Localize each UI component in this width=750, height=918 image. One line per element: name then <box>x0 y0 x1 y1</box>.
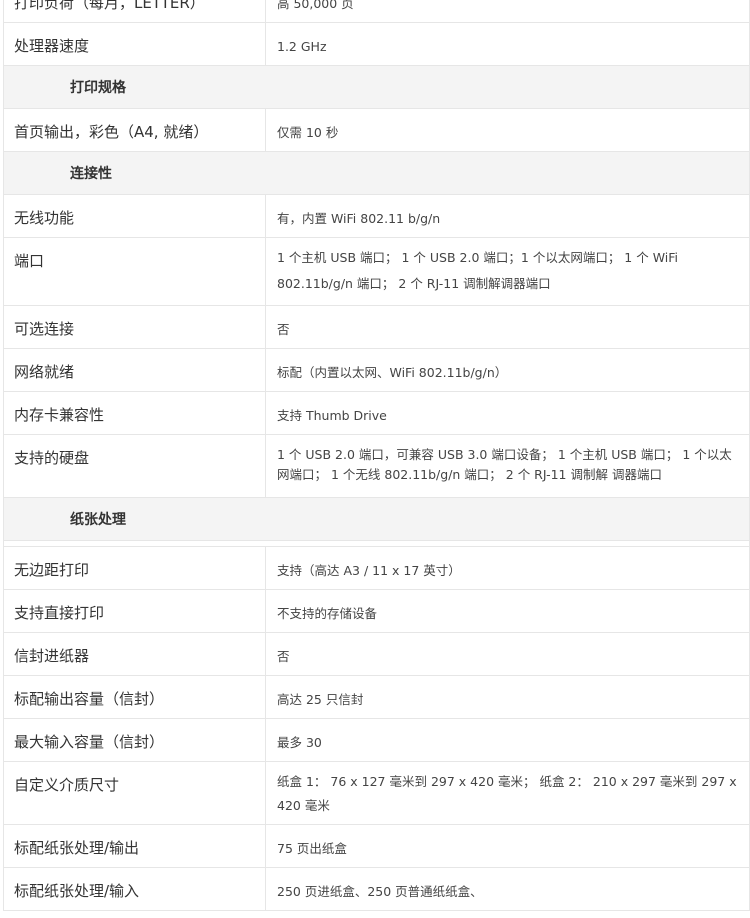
row-value: 高 50,000 页 <box>277 0 354 11</box>
row-value: 仅需 10 秒 <box>277 125 339 140</box>
row-label: 首页输出，彩色（A4, 就绪） <box>4 109 266 151</box>
row-label: 标配纸张处理/输出 <box>4 825 266 867</box>
row-value: 支持 Thumb Drive <box>277 408 387 423</box>
table-row: 无边距打印 支持（高达 A3 / 11 x 17 英寸） <box>3 547 750 590</box>
row-label: 无边距打印 <box>4 547 266 589</box>
table-row: 标配纸张处理/输出 75 页出纸盒 <box>3 825 750 868</box>
row-value: 1 个主机 USB 端口； 1 个 USB 2.0 端口；1 个以太网端口； 1… <box>277 250 679 291</box>
table-row: 支持的硬盘 1 个 USB 2.0 端口，可兼容 USB 3.0 端口设备； 1… <box>3 435 750 498</box>
section-title: 纸张处理 <box>70 512 126 528</box>
section-header: 纸张处理 <box>3 498 750 541</box>
row-label: 可选连接 <box>4 306 266 348</box>
table-row: 自定义介质尺寸 纸盒 1： 76 x 127 毫米到 297 x 420 毫米；… <box>3 762 750 825</box>
table-row: 标配输出容量（信封） 高达 25 只信封 <box>3 676 750 719</box>
table-row: 网络就绪 标配（内置以太网、WiFi 802.11b/g/n） <box>3 349 750 392</box>
section-title: 连接性 <box>70 166 112 182</box>
row-label: 支持的硬盘 <box>4 435 266 497</box>
table-row: 打印负荷（每月，LETTER） 高 50,000 页 <box>3 0 750 23</box>
row-value: 否 <box>277 322 290 337</box>
row-value: 高达 25 只信封 <box>277 692 364 707</box>
row-value: 支持（高达 A3 / 11 x 17 英寸） <box>277 563 461 578</box>
row-label: 标配纸张处理/输入 <box>4 868 266 910</box>
row-label: 打印负荷（每月，LETTER） <box>4 0 266 22</box>
row-value: 最多 30 <box>277 735 322 750</box>
row-value: 否 <box>277 649 290 664</box>
row-label: 信封进纸器 <box>4 633 266 675</box>
row-label: 最大输入容量（信封） <box>4 719 266 761</box>
table-row: 可选连接 否 <box>3 306 750 349</box>
table-row: 最大输入容量（信封） 最多 30 <box>3 719 750 762</box>
row-value: 标配（内置以太网、WiFi 802.11b/g/n） <box>277 365 508 380</box>
row-label: 端口 <box>4 238 266 305</box>
section-header: 连接性 <box>3 152 750 195</box>
section-header: 打印规格 <box>3 66 750 109</box>
table-row: 端口 1 个主机 USB 端口； 1 个 USB 2.0 端口；1 个以太网端口… <box>3 238 750 306</box>
row-label: 处理器速度 <box>4 23 266 65</box>
table-row: 支持直接打印 不支持的存储设备 <box>3 590 750 633</box>
table-row: 信封进纸器 否 <box>3 633 750 676</box>
row-label: 支持直接打印 <box>4 590 266 632</box>
row-value: 250 页进纸盒、250 页普通纸纸盒、 <box>277 884 483 899</box>
row-value: 不支持的存储设备 <box>277 606 378 621</box>
spec-table: 打印负荷（每月，LETTER） 高 50,000 页 处理器速度 1.2 GHz… <box>3 0 750 911</box>
table-row: 首页输出，彩色（A4, 就绪） 仅需 10 秒 <box>3 109 750 152</box>
row-value: 纸盒 1： 76 x 127 毫米到 297 x 420 毫米； 纸盒 2： 2… <box>277 774 737 813</box>
row-value: 1 个 USB 2.0 端口，可兼容 USB 3.0 端口设备； 1 个主机 U… <box>277 447 732 482</box>
row-value: 75 页出纸盒 <box>277 841 347 856</box>
section-title: 打印规格 <box>70 80 126 96</box>
table-row: 处理器速度 1.2 GHz <box>3 23 750 66</box>
row-label: 无线功能 <box>4 195 266 237</box>
row-label: 自定义介质尺寸 <box>4 762 266 824</box>
row-label: 内存卡兼容性 <box>4 392 266 434</box>
row-value: 有，内置 WiFi 802.11 b/g/n <box>277 211 441 226</box>
row-label: 标配输出容量（信封） <box>4 676 266 718</box>
row-label: 网络就绪 <box>4 349 266 391</box>
row-value: 1.2 GHz <box>277 39 327 54</box>
table-row: 标配纸张处理/输入 250 页进纸盒、250 页普通纸纸盒、 <box>3 868 750 911</box>
table-row: 无线功能 有，内置 WiFi 802.11 b/g/n <box>3 195 750 238</box>
table-row: 内存卡兼容性 支持 Thumb Drive <box>3 392 750 435</box>
